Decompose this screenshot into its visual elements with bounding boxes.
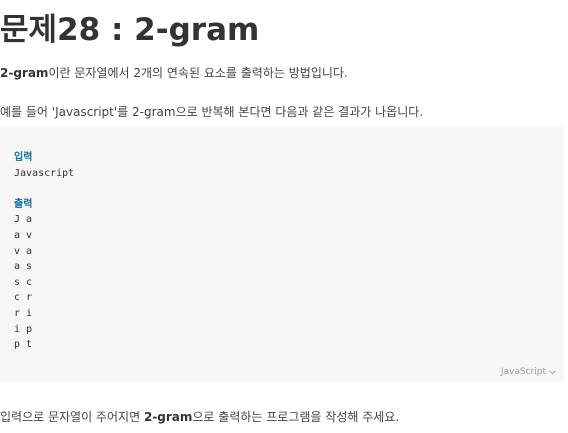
code-output-line: c r bbox=[14, 292, 33, 304]
code-language-selector[interactable]: JavaScript bbox=[501, 367, 556, 377]
intro-term: 2-gram bbox=[0, 66, 49, 80]
page-title: 문제28 : 2-gram bbox=[0, 12, 260, 48]
code-block[interactable]: 입력 Javascript 출력 J a a v v a a s s c c r r i i p p … bbox=[0, 126, 564, 382]
closing-text-after: 으로 출력하는 프로그램을 작성해 주세요. bbox=[192, 410, 400, 424]
chevron-down-icon bbox=[549, 369, 556, 375]
code-input-value: Javascript bbox=[14, 167, 75, 179]
closing-paragraph: 입력으로 문자열이 주어지면 2-gram으로 출력하는 프로그램을 작성해 주… bbox=[0, 408, 399, 426]
code-output-line: p t bbox=[14, 339, 33, 351]
code-output-line: v a bbox=[14, 245, 33, 257]
code-language-label: JavaScript bbox=[500, 367, 546, 377]
intro-paragraph: 2-gram이란 문자열에서 2개의 연속된 요소를 출력하는 방법입니다. bbox=[0, 64, 348, 82]
closing-term: 2-gram bbox=[143, 410, 193, 424]
code-input-label: 입력 bbox=[14, 152, 33, 163]
code-output-line: J a bbox=[14, 214, 33, 226]
code-output-line: s c bbox=[14, 276, 33, 288]
code-output-line: a s bbox=[14, 261, 33, 273]
code-content[interactable]: 입력 Javascript 출력 J a a v v a a s s c c r r i i p p … bbox=[14, 150, 74, 353]
intro-text: 이란 문자열에서 2개의 연속된 요소를 출력하는 방법입니다. bbox=[48, 66, 348, 80]
code-output-line: a v bbox=[14, 229, 33, 241]
closing-text-before: 입력으로 문자열이 주어지면 bbox=[0, 410, 144, 424]
code-output-line: r i bbox=[14, 307, 33, 319]
example-paragraph: 예를 들어 'Javascript'를 2-gram으로 반복해 본다면 다음과… bbox=[0, 105, 424, 119]
code-output-line: i p bbox=[14, 323, 33, 335]
code-output-label: 출력 bbox=[14, 198, 33, 210]
